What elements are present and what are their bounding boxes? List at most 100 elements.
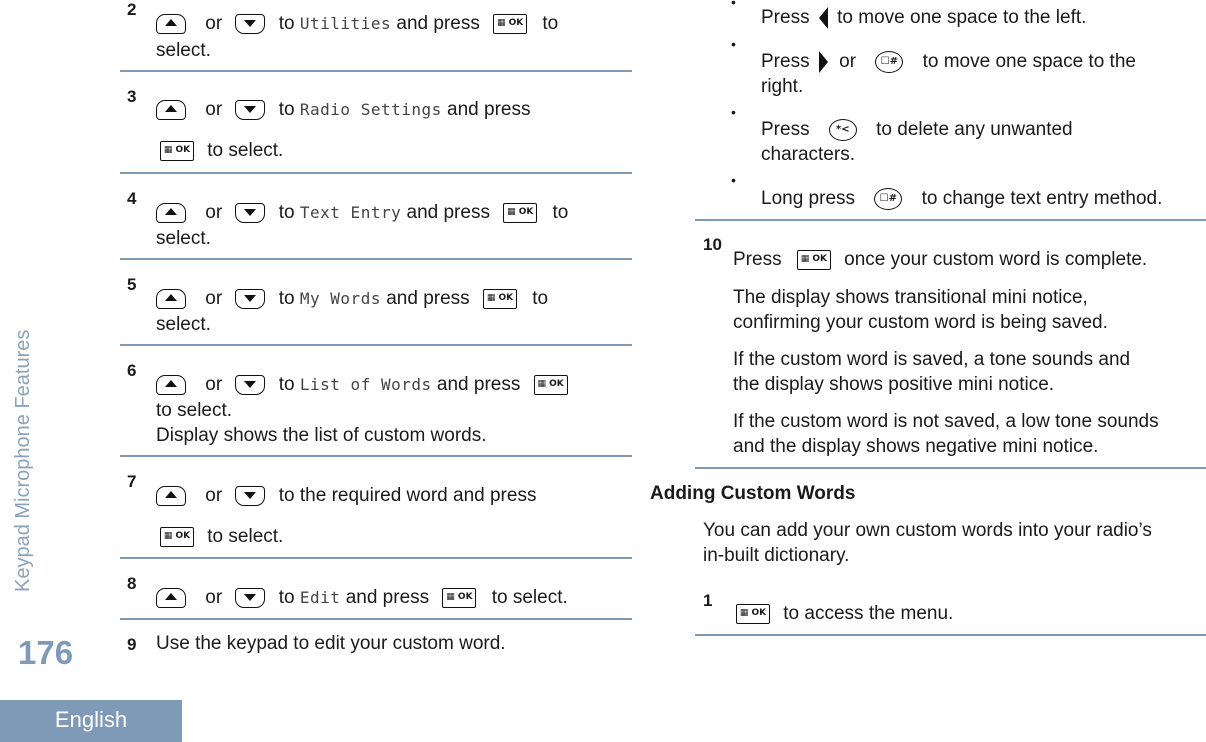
to-text: to	[278, 374, 295, 395]
bullet-prefix: Press	[761, 51, 810, 73]
paragraph-line: the display shows positive mini notice.	[733, 374, 1055, 395]
pound-key-icon: ☐#	[874, 188, 903, 210]
or-text: or	[205, 99, 223, 120]
bullet-text: to move one space to the	[922, 51, 1136, 73]
bullet-prefix: Press	[761, 7, 810, 29]
step-number: 8	[127, 574, 137, 593]
divider	[695, 219, 1206, 221]
intro-line: in-built dictionary.	[703, 545, 850, 566]
up-arrow-key-icon	[156, 13, 186, 34]
menu-target: Edit	[299, 588, 341, 607]
or-text: or	[205, 587, 223, 608]
divider	[120, 455, 632, 457]
bullet-prefix: Long press	[761, 188, 856, 210]
or-text: or	[839, 51, 857, 73]
ok-key-icon: ▦ OK	[736, 603, 770, 624]
step-text: to the required word and press	[278, 485, 537, 506]
and-press-text: and press	[447, 99, 531, 120]
divider	[120, 258, 632, 260]
ok-key-icon: ▦ OK	[796, 249, 831, 270]
ok-key-icon: ▦ OK	[503, 202, 538, 223]
step-text: Use the keypad to edit your custom word.	[156, 633, 506, 654]
menu-target: Radio Settings	[299, 100, 442, 119]
to-text: to	[278, 13, 295, 34]
select-text: select.	[156, 228, 211, 249]
paragraph-line: and the display shows negative mini noti…	[733, 436, 1099, 457]
to-text: to	[542, 13, 559, 34]
menu-target: Text Entry	[299, 203, 402, 222]
to-select-text: to select.	[207, 140, 284, 161]
or-text: or	[205, 374, 223, 395]
divider	[120, 172, 632, 174]
ok-key-icon: ▦ OK	[493, 13, 528, 34]
bullet-dot: •	[731, 172, 736, 188]
menu-target: My Words	[299, 289, 381, 308]
bullet-dot: •	[731, 104, 736, 120]
menu-target: Utilities	[299, 14, 392, 33]
right-arrow-key-icon	[818, 51, 828, 73]
bullet-dot: •	[731, 0, 736, 10]
or-text: or	[205, 485, 223, 506]
ok-key-icon: ▦ OK	[160, 526, 194, 547]
bullet-dot: •	[731, 36, 736, 52]
to-text: to	[552, 202, 569, 223]
press-text: Press	[733, 249, 782, 270]
down-arrow-key-icon	[235, 13, 266, 34]
divider	[695, 467, 1206, 469]
down-arrow-key-icon	[235, 288, 266, 309]
divider	[120, 618, 632, 620]
up-arrow-key-icon	[156, 288, 186, 309]
to-select-text: to select.	[156, 400, 233, 421]
step-number: 6	[127, 361, 137, 380]
step-number: 3	[127, 87, 137, 106]
step-text: to access the menu.	[783, 603, 954, 624]
divider	[695, 634, 1206, 636]
step-number: 1	[703, 591, 713, 610]
and-press-text: and press	[406, 202, 490, 223]
to-text: to	[532, 288, 549, 309]
star-delete-key-icon: *<	[828, 119, 857, 141]
paragraph-line: If the custom word is not saved, a low t…	[733, 411, 1159, 432]
step-note: Display shows the list of custom words.	[156, 425, 487, 446]
or-text: or	[205, 202, 223, 223]
and-press-text: and press	[436, 374, 521, 395]
down-arrow-key-icon	[235, 202, 266, 223]
select-text: select.	[156, 40, 211, 61]
section-heading: Adding Custom Words	[650, 483, 856, 504]
up-arrow-key-icon	[156, 485, 186, 506]
bullet-text: to delete any unwanted	[876, 119, 1073, 141]
step-number: 10	[703, 235, 722, 254]
down-arrow-key-icon	[235, 587, 266, 608]
divider	[120, 344, 632, 346]
left-arrow-key-icon	[818, 7, 828, 29]
bullet-text: to move one space to the left.	[837, 7, 1087, 29]
up-arrow-key-icon	[156, 202, 186, 223]
and-press-text: and press	[386, 288, 470, 309]
to-select-text: to select.	[207, 526, 284, 547]
ok-key-icon: ▦ OK	[533, 374, 568, 395]
to-select-text: to select.	[491, 587, 568, 608]
paragraph-line: confirming your custom word is being sav…	[733, 312, 1108, 333]
or-text: or	[205, 288, 223, 309]
pound-key-icon: ☐#	[875, 51, 904, 73]
step-number: 7	[127, 472, 137, 491]
and-press-text: and press	[345, 587, 430, 608]
menu-target: List of Words	[299, 375, 432, 394]
step-number: 5	[127, 275, 137, 294]
ok-key-icon: ▦ OK	[482, 288, 517, 309]
to-text: to	[278, 99, 295, 120]
section-title: Keypad Microphone Features	[12, 329, 34, 592]
up-arrow-key-icon	[156, 374, 186, 395]
bullet-prefix: Press	[761, 119, 810, 141]
to-text: to	[278, 202, 295, 223]
step-number: 2	[127, 0, 137, 19]
ok-key-icon: ▦ OK	[442, 587, 477, 608]
to-text: to	[278, 288, 295, 309]
paragraph-line: The display shows transitional mini noti…	[733, 287, 1088, 308]
or-text: or	[205, 13, 223, 34]
select-text: select.	[156, 314, 211, 335]
page-number: 176	[18, 634, 74, 671]
language-tab: English	[0, 700, 182, 742]
ok-key-icon: ▦ OK	[160, 140, 194, 161]
step-text: once your custom word is complete.	[844, 249, 1148, 270]
